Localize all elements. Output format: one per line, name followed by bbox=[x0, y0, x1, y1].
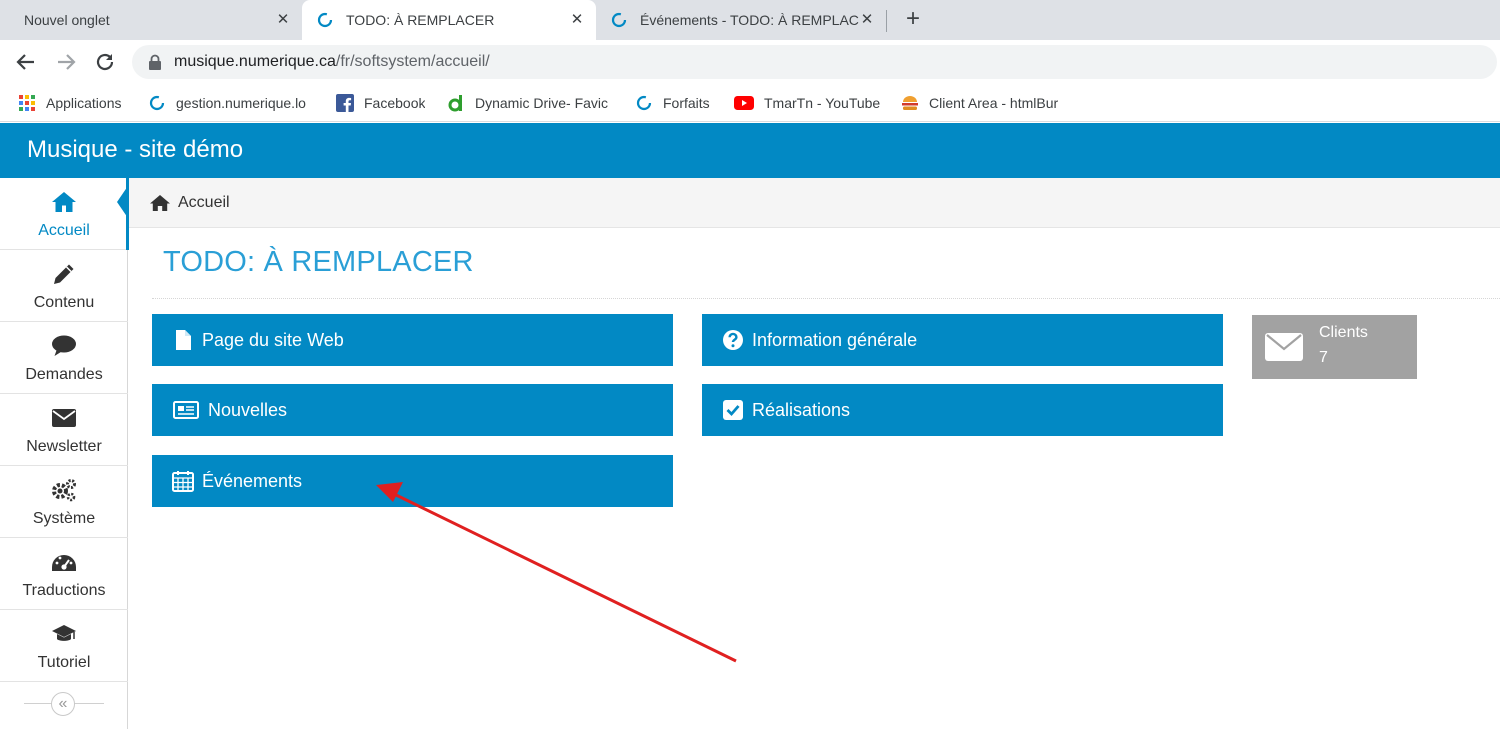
bookmarks-bar: Applications gestion.numerique.lo Facebo… bbox=[0, 84, 1500, 122]
sidebar-item-accueil[interactable]: Accueil bbox=[0, 178, 129, 250]
lock-icon bbox=[149, 54, 161, 70]
page-title: TODO: À REMPLACER bbox=[163, 246, 474, 278]
bookmark-label: TmarTn - YouTube bbox=[764, 95, 881, 111]
tile-evenements[interactable]: Événements bbox=[152, 455, 673, 507]
ring-favicon-icon bbox=[149, 95, 165, 111]
back-arrow-icon[interactable] bbox=[14, 50, 38, 74]
browser-tab-strip: Nouvel onglet ✕ TODO: À REMPLACER ✕ Évén… bbox=[0, 0, 1500, 40]
bookmark-youtube[interactable]: TmarTn - YouTube bbox=[734, 92, 880, 114]
tab-label: TODO: À REMPLACER bbox=[346, 12, 495, 28]
tab-label: Événements - TODO: À REMPLAC bbox=[640, 12, 859, 28]
dynamic-drive-icon bbox=[448, 95, 462, 112]
reload-icon[interactable] bbox=[93, 50, 117, 74]
sidebar-item-label: Demandes bbox=[25, 366, 103, 383]
sidebar-item-systeme[interactable]: Système bbox=[0, 466, 128, 538]
bookmark-gestion[interactable]: gestion.numerique.lo bbox=[148, 92, 313, 114]
dashboard-icon bbox=[52, 555, 76, 571]
tab-label: Nouvel onglet bbox=[24, 12, 110, 28]
tile-information-generale[interactable]: Information générale bbox=[702, 314, 1223, 366]
bookmark-forfaits[interactable]: Forfaits bbox=[635, 92, 710, 114]
tile-label: Événements bbox=[202, 470, 303, 491]
breadcrumb-home-link[interactable]: Accueil bbox=[178, 194, 230, 212]
url-path: /fr/softsystem/accueil/ bbox=[335, 53, 490, 70]
tile-label: Page du site Web bbox=[202, 329, 344, 350]
tile-label: Nouvelles bbox=[208, 399, 288, 420]
tile-realisations[interactable]: Réalisations bbox=[702, 384, 1223, 436]
app-header: Musique - site démo bbox=[0, 123, 1500, 178]
browser-tab-active[interactable]: TODO: À REMPLACER ✕ bbox=[302, 0, 596, 40]
sidebar-item-label: Traductions bbox=[22, 582, 106, 599]
stat-label: Clients bbox=[1319, 324, 1368, 341]
clients-stat-box[interactable]: Clients 7 bbox=[1252, 315, 1417, 379]
envelope-icon bbox=[52, 409, 76, 427]
ring-favicon-icon bbox=[317, 12, 333, 28]
sidebar-item-traductions[interactable]: Traductions bbox=[0, 538, 128, 610]
bookmark-label: gestion.numerique.lo bbox=[176, 95, 306, 111]
sidebar-item-label: Accueil bbox=[38, 222, 90, 239]
browser-tab-events[interactable]: Événements - TODO: À REMPLAC ✕ bbox=[596, 0, 886, 40]
browser-tab-new[interactable]: Nouvel onglet ✕ bbox=[0, 0, 302, 40]
bookmark-facebook[interactable]: Facebook bbox=[336, 92, 425, 114]
bookmark-label: Dynamic Drive- Favic bbox=[475, 95, 609, 111]
forward-arrow-icon[interactable] bbox=[54, 50, 78, 74]
ring-favicon-icon bbox=[636, 95, 652, 111]
bookmark-label: Applications bbox=[46, 95, 122, 111]
sidebar-collapse-zone: « bbox=[0, 684, 128, 724]
cogs-icon bbox=[52, 479, 76, 502]
bookmark-label: Client Area - htmlBur bbox=[929, 95, 1059, 111]
graduation-cap-icon bbox=[52, 625, 76, 641]
close-tab-icon[interactable]: ✕ bbox=[274, 11, 292, 29]
breadcrumb: Accueil bbox=[129, 178, 1500, 228]
sidebar-item-label: Système bbox=[32, 510, 96, 527]
app-title[interactable]: Musique - site démo bbox=[27, 136, 243, 164]
bookmark-applications[interactable]: Applications bbox=[18, 92, 122, 114]
ring-favicon-icon bbox=[611, 12, 627, 28]
tile-label: Réalisations bbox=[752, 399, 851, 420]
youtube-icon bbox=[734, 96, 754, 110]
file-icon bbox=[176, 330, 191, 350]
home-icon bbox=[150, 194, 170, 211]
close-tab-icon[interactable]: ✕ bbox=[568, 11, 586, 29]
bookmark-client-area[interactable]: Client Area - htmlBur bbox=[901, 92, 1069, 114]
tile-label: Information générale bbox=[752, 329, 918, 350]
comment-icon bbox=[52, 335, 76, 356]
newspaper-icon bbox=[173, 401, 199, 419]
bookmark-dynamic-drive[interactable]: Dynamic Drive- Favic bbox=[447, 92, 612, 114]
new-tab-button[interactable]: + bbox=[900, 7, 926, 33]
home-icon bbox=[52, 192, 76, 212]
tile-nouvelles[interactable]: Nouvelles bbox=[152, 384, 673, 436]
bookmark-label: Forfaits bbox=[663, 95, 710, 111]
close-tab-icon[interactable]: ✕ bbox=[858, 11, 876, 29]
apps-grid-icon bbox=[19, 95, 35, 111]
address-bar[interactable]: musique.numerique.ca/fr/softsystem/accue… bbox=[132, 45, 1497, 79]
sidebar-item-label: Newsletter bbox=[26, 438, 102, 455]
calendar-icon bbox=[172, 471, 194, 492]
burger-icon bbox=[902, 96, 918, 110]
bookmark-label: Facebook bbox=[364, 95, 426, 111]
url-host: musique.numerique.ca bbox=[174, 53, 336, 70]
browser-toolbar: musique.numerique.ca/fr/softsystem/accue… bbox=[0, 40, 1500, 84]
tab-divider bbox=[886, 10, 887, 32]
pencil-icon bbox=[54, 264, 74, 284]
tile-page-du-site-web[interactable]: Page du site Web bbox=[152, 314, 673, 366]
sidebar-item-newsletter[interactable]: Newsletter bbox=[0, 394, 128, 466]
sidebar-item-demandes[interactable]: Demandes bbox=[0, 322, 128, 394]
collapse-sidebar-button[interactable]: « bbox=[51, 692, 75, 716]
sidebar-item-tutoriel[interactable]: Tutoriel bbox=[0, 610, 128, 682]
divider bbox=[152, 298, 1500, 299]
sidebar: Accueil Contenu Demandes Newsletter Syst… bbox=[0, 178, 129, 729]
check-square-icon bbox=[723, 400, 743, 420]
sidebar-item-label: Tutoriel bbox=[37, 654, 91, 671]
sidebar-item-contenu[interactable]: Contenu bbox=[0, 250, 128, 322]
stat-value: 7 bbox=[1319, 349, 1328, 366]
sidebar-item-label: Contenu bbox=[33, 294, 95, 311]
facebook-icon bbox=[336, 94, 354, 112]
question-circle-icon bbox=[723, 330, 743, 350]
envelope-icon bbox=[1265, 333, 1303, 361]
